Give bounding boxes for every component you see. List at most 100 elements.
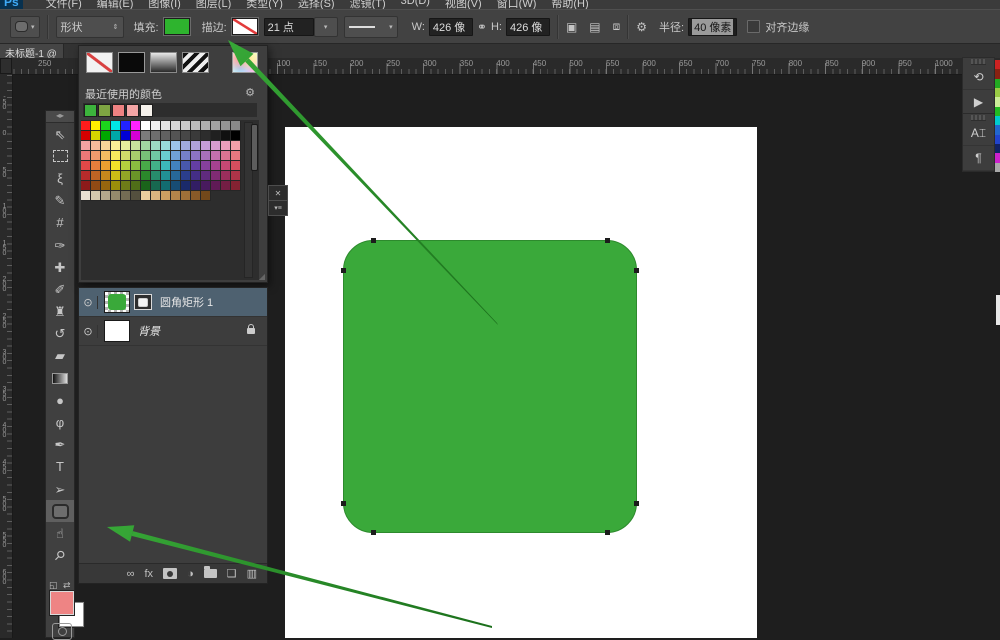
- color-swatch[interactable]: [111, 131, 121, 141]
- color-swatch[interactable]: [131, 171, 141, 181]
- brush-presets-icon[interactable]: ⟲: [963, 65, 994, 90]
- menu-item[interactable]: 3D(D): [401, 0, 430, 9]
- color-swatch[interactable]: [231, 121, 241, 131]
- color-swatch[interactable]: [81, 151, 91, 161]
- link-dimensions-icon[interactable]: ⚭: [477, 20, 487, 34]
- color-swatch[interactable]: [181, 161, 191, 171]
- path-alignment-button[interactable]: ▤: [589, 20, 600, 34]
- menu-item[interactable]: 图层(L): [196, 0, 231, 9]
- tool-preset-picker[interactable]: ▾: [10, 16, 40, 38]
- visibility-eye-icon[interactable]: ⊙: [79, 325, 98, 338]
- color-swatch[interactable]: [131, 131, 141, 141]
- color-swatch[interactable]: [81, 161, 91, 171]
- path-operations-button[interactable]: ▣: [566, 20, 577, 34]
- align-edges-checkbox[interactable]: [747, 20, 760, 33]
- color-swatch[interactable]: [121, 141, 131, 151]
- color-swatch[interactable]: [221, 171, 231, 181]
- quick-selection-tool[interactable]: ✎: [46, 190, 74, 212]
- color-swatch[interactable]: [101, 171, 111, 181]
- move-tool[interactable]: ⇖: [46, 123, 74, 145]
- color-swatch[interactable]: [161, 121, 171, 131]
- color-swatch[interactable]: [171, 191, 181, 201]
- color-swatch[interactable]: [91, 191, 101, 201]
- color-swatch[interactable]: [231, 141, 241, 151]
- color-swatch[interactable]: [201, 151, 211, 161]
- marquee-tool[interactable]: [46, 145, 74, 167]
- color-swatch[interactable]: [121, 161, 131, 171]
- menu-item[interactable]: 文件(F): [46, 0, 82, 9]
- color-swatch[interactable]: [91, 141, 101, 151]
- color-swatch[interactable]: [171, 141, 181, 151]
- clone-stamp-tool[interactable]: ♜: [46, 301, 74, 323]
- layer-effects-icon[interactable]: fx: [145, 568, 154, 580]
- color-swatch[interactable]: [231, 181, 241, 191]
- color-swatch[interactable]: [221, 141, 231, 151]
- color-swatch[interactable]: [91, 181, 101, 191]
- color-swatch[interactable]: [151, 181, 161, 191]
- shape-anchor[interactable]: [634, 268, 639, 273]
- color-swatch[interactable]: [111, 141, 121, 151]
- color-swatch[interactable]: [101, 161, 111, 171]
- color-swatch[interactable]: [111, 171, 121, 181]
- color-swatch[interactable]: [181, 131, 191, 141]
- color-swatch[interactable]: [211, 121, 221, 131]
- color-swatch[interactable]: [161, 161, 171, 171]
- color-swatch[interactable]: [151, 131, 161, 141]
- swap-colors-icon[interactable]: ⇄: [63, 580, 71, 591]
- blur-tool[interactable]: ●: [46, 389, 74, 411]
- color-swatch[interactable]: [101, 121, 111, 131]
- shape-anchor[interactable]: [371, 530, 376, 535]
- color-swatch[interactable]: [231, 161, 241, 171]
- rounded-rectangle-tool[interactable]: [46, 500, 74, 522]
- shape-anchor[interactable]: [341, 268, 346, 273]
- type-tool[interactable]: T: [46, 456, 74, 478]
- recent-color-swatch[interactable]: [84, 104, 97, 117]
- color-swatch[interactable]: [201, 121, 211, 131]
- color-swatch[interactable]: [231, 131, 241, 141]
- recent-color-swatch[interactable]: [112, 104, 125, 117]
- color-swatch[interactable]: [111, 161, 121, 171]
- color-swatch[interactable]: [191, 141, 201, 151]
- layer-thumbnail[interactable]: [104, 291, 130, 313]
- color-swatch[interactable]: [211, 161, 221, 171]
- rounded-rectangle-shape[interactable]: [343, 240, 637, 533]
- stroke-width-field[interactable]: 21 点: [264, 18, 314, 36]
- color-swatch[interactable]: [151, 121, 161, 131]
- color-swatch[interactable]: [191, 161, 201, 171]
- recent-color-swatch[interactable]: [98, 104, 111, 117]
- color-swatch[interactable]: [121, 181, 131, 191]
- color-swatch[interactable]: [91, 121, 101, 131]
- delete-layer-icon[interactable]: ▥: [247, 567, 257, 580]
- visibility-eye-icon[interactable]: ⊙: [79, 296, 98, 309]
- color-swatch[interactable]: [191, 131, 201, 141]
- color-swatch[interactable]: [181, 151, 191, 161]
- link-layers-icon[interactable]: ∞: [127, 568, 135, 580]
- color-swatch[interactable]: [171, 121, 181, 131]
- color-swatch[interactable]: [221, 161, 231, 171]
- color-swatch[interactable]: [101, 191, 111, 201]
- color-swatch[interactable]: [211, 141, 221, 151]
- menu-item[interactable]: 选择(S): [298, 0, 335, 9]
- color-swatch[interactable]: [191, 121, 201, 131]
- gradient-fill-button[interactable]: [150, 52, 177, 73]
- color-swatch[interactable]: [231, 171, 241, 181]
- color-swatch[interactable]: [141, 161, 151, 171]
- color-swatch[interactable]: [131, 121, 141, 131]
- crop-tool[interactable]: #: [46, 212, 74, 234]
- actions-icon[interactable]: ▶: [963, 90, 994, 115]
- color-swatch[interactable]: [81, 131, 91, 141]
- layer-name[interactable]: 圆角矩形 1: [160, 294, 213, 310]
- color-swatch[interactable]: [111, 191, 121, 201]
- solid-color-button[interactable]: [118, 52, 145, 73]
- color-swatch[interactable]: [151, 171, 161, 181]
- color-swatch[interactable]: [231, 151, 241, 161]
- color-swatch[interactable]: [181, 141, 191, 151]
- color-swatch[interactable]: [91, 171, 101, 181]
- color-swatch[interactable]: [101, 181, 111, 191]
- color-swatch[interactable]: [81, 141, 91, 151]
- color-swatch[interactable]: [171, 181, 181, 191]
- new-layer-icon[interactable]: ❑: [227, 567, 237, 580]
- fill-color-swatch[interactable]: [164, 18, 190, 35]
- dodge-tool[interactable]: φ: [46, 411, 74, 433]
- gear-icon[interactable]: ⚙: [245, 86, 255, 99]
